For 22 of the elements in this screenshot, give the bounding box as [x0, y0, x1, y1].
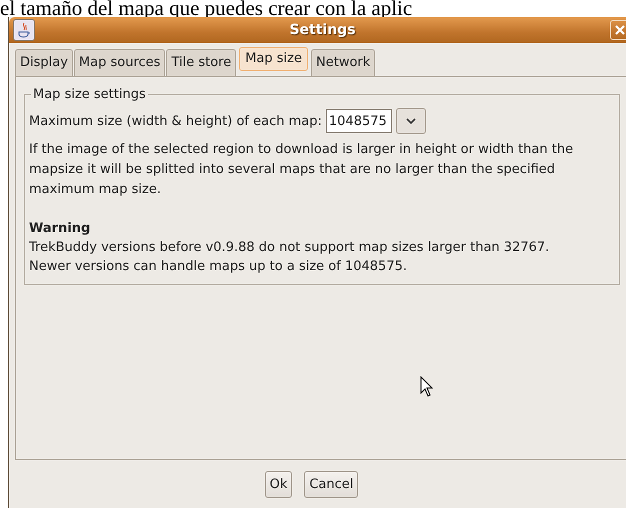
- window-title: Settings: [288, 22, 357, 38]
- warning-title: Warning: [29, 220, 92, 238]
- tab[interactable]: Map size: [239, 47, 308, 71]
- tab[interactable]: Map sources: [74, 49, 166, 76]
- close-icon: [615, 25, 625, 35]
- dropdown-button[interactable]: [396, 108, 426, 134]
- mouse-pointer-icon: [420, 376, 434, 398]
- background-page-text: el tamaño del mapa que puedes crear con la aplic: [0, 0, 414, 17]
- tab[interactable]: Network: [311, 49, 376, 76]
- chevron-down-icon: [406, 118, 416, 124]
- tab[interactable]: Tile store: [166, 49, 236, 76]
- group-title: Map size settings: [32, 87, 147, 102]
- warning-text: Newer versions can handle maps up to a size of 1048575.: [29, 258, 408, 276]
- dialog-button[interactable]: Ok: [264, 470, 292, 498]
- field-label: Maximum size (width & height) of each map:: [29, 114, 322, 128]
- size-input-field[interactable]: 1048575: [326, 109, 392, 133]
- app-icon: [13, 19, 35, 41]
- tab[interactable]: Display: [15, 49, 73, 76]
- close-button[interactable]: [610, 20, 626, 40]
- warning-text: TrekBuddy versions before v0.9.88 do not support map sizes larger than 32767.: [29, 239, 550, 257]
- description-text: If the image of the selected region to download is larger in height or width than the mapsize it will be splitted into several maps that are no larger than the specified maximum map size.: [29, 141, 574, 199]
- dialog-button[interactable]: Cancel: [304, 470, 358, 498]
